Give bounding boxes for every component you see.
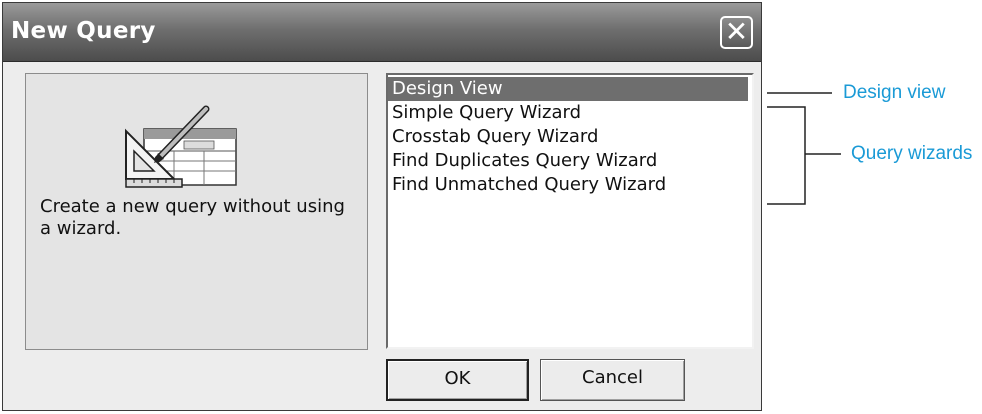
design-view-callout-label: Design view [843,82,946,103]
query-wizards-callout-label: Query wizards [851,143,973,164]
callout-lines [767,92,841,205]
query-wizards-bracket [767,106,806,205]
